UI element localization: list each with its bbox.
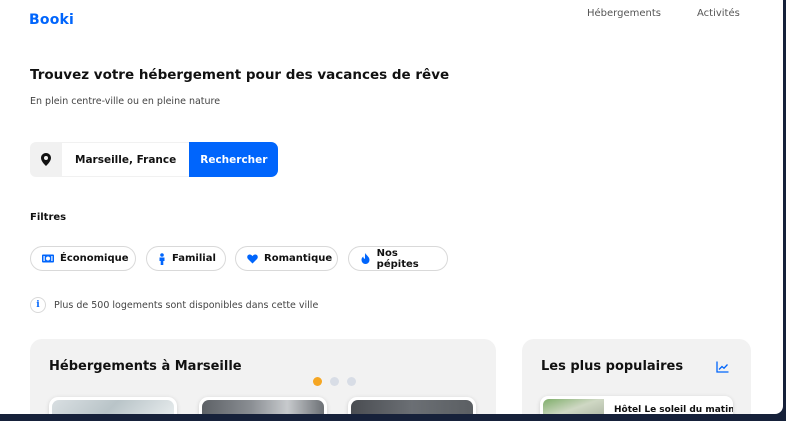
browser-viewport: Booki Hébergements Activités Trouvez vot… bbox=[0, 0, 783, 414]
heart-icon bbox=[247, 253, 258, 265]
money-icon bbox=[42, 253, 54, 265]
accommodation-photo bbox=[351, 400, 473, 414]
popular-title: Les plus populaires bbox=[541, 359, 684, 374]
accommodations-title: Hébergements à Marseille bbox=[49, 359, 242, 374]
filter-romantique[interactable]: Romantique bbox=[235, 246, 338, 271]
accommodation-card[interactable] bbox=[348, 397, 476, 414]
child-icon bbox=[158, 252, 166, 265]
carousel-dots bbox=[313, 377, 356, 386]
location-input[interactable]: Marseille, France bbox=[62, 142, 190, 177]
carousel-dot-3[interactable] bbox=[347, 377, 356, 386]
info-icon: i bbox=[30, 297, 46, 313]
accommodation-photo bbox=[202, 400, 324, 414]
accommodation-card[interactable] bbox=[49, 397, 177, 414]
availability-text: Plus de 500 logements sont disponibles d… bbox=[54, 299, 319, 311]
filter-label: Économique bbox=[60, 253, 129, 264]
trend-chart-icon[interactable] bbox=[716, 361, 729, 373]
flame-icon bbox=[360, 253, 371, 265]
popular-section: Les plus populaires Hôtel Le soleil du m… bbox=[522, 339, 751, 414]
map-pin-icon bbox=[30, 142, 62, 177]
accommodation-card[interactable] bbox=[199, 397, 327, 414]
availability-info: i Plus de 500 logements sont disponibles… bbox=[30, 297, 318, 313]
accommodations-section: Hébergements à Marseille bbox=[30, 339, 496, 414]
nav-link-activites[interactable]: Activités bbox=[697, 8, 740, 19]
popular-photo bbox=[543, 399, 604, 414]
search-bar: Marseille, France Rechercher bbox=[30, 142, 279, 177]
carousel-dot-1[interactable] bbox=[313, 377, 322, 386]
filter-label: Familial bbox=[172, 253, 216, 264]
nav-link-hebergements[interactable]: Hébergements bbox=[587, 8, 661, 19]
search-button[interactable]: Rechercher bbox=[189, 142, 279, 177]
filter-label: Romantique bbox=[264, 253, 333, 264]
filter-nos-pepites[interactable]: Nos pépites bbox=[348, 246, 448, 271]
page-title: Trouvez votre hébergement pour des vacan… bbox=[30, 67, 450, 83]
popular-card[interactable]: Hôtel Le soleil du matin bbox=[540, 396, 733, 414]
filter-label: Nos pépites bbox=[376, 247, 419, 270]
filter-list: Économique Familial Romantique Nos pépit… bbox=[30, 246, 460, 273]
logo[interactable]: Booki bbox=[29, 12, 74, 28]
popular-hotel-name: Hôtel Le soleil du matin bbox=[614, 405, 733, 414]
carousel-dot-2[interactable] bbox=[330, 377, 339, 386]
accommodation-photo bbox=[52, 400, 174, 414]
filters-heading: Filtres bbox=[30, 212, 67, 223]
filter-economique[interactable]: Économique bbox=[30, 246, 136, 271]
page-subtitle: En plein centre-ville ou en pleine natur… bbox=[30, 96, 221, 107]
filter-familial[interactable]: Familial bbox=[146, 246, 226, 271]
